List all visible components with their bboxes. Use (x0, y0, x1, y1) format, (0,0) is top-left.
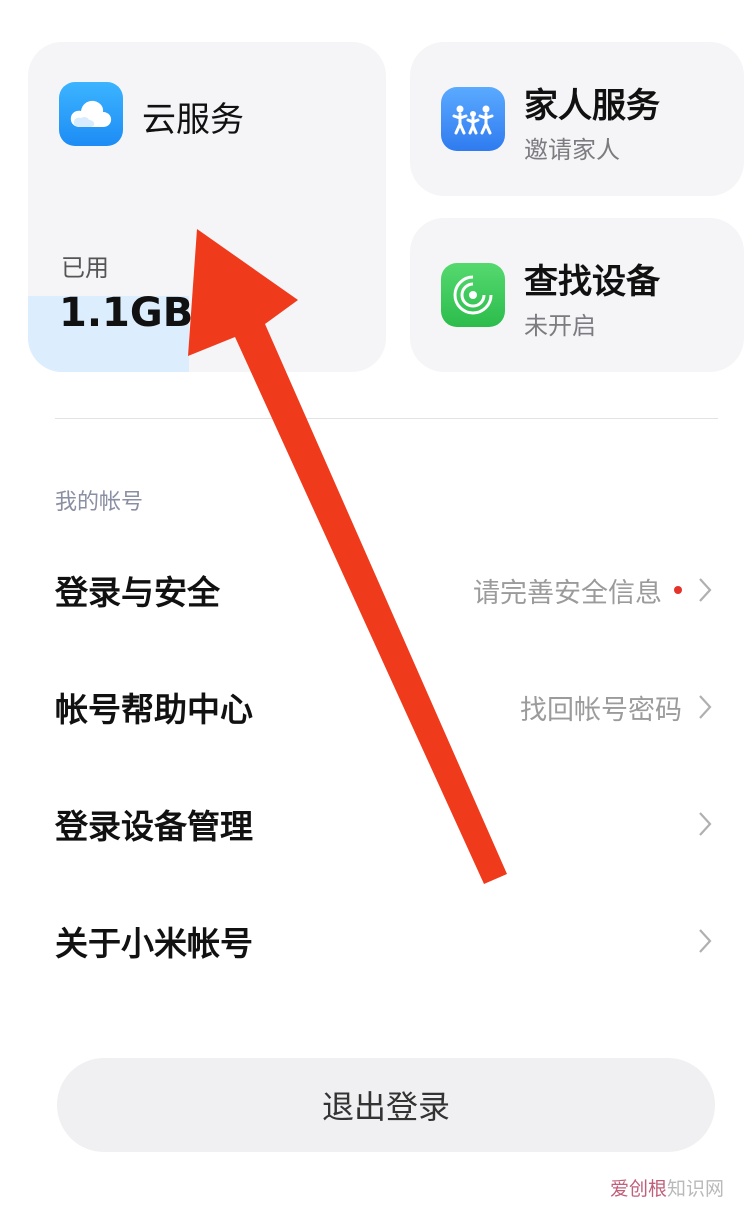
cloud-icon (59, 82, 123, 146)
watermark-text: 知识网 (666, 1178, 724, 1200)
watermark-brand: 爱创根 (609, 1178, 667, 1200)
cloud-service-card[interactable]: 云服务 已用 1.1GB / (28, 42, 386, 372)
find-device-card[interactable]: 查找设备 未开启 (410, 218, 744, 372)
alert-dot (674, 586, 682, 594)
family-service-title: 家人服务 (524, 86, 660, 126)
chevron-right-icon (692, 692, 718, 722)
logout-label: 退出登录 (321, 1088, 450, 1126)
storage-used-label: 已用 (61, 254, 109, 282)
section-divider (55, 418, 718, 419)
chevron-right-icon (692, 809, 718, 839)
family-service-subtitle: 邀请家人 (524, 136, 620, 164)
cloud-service-title: 云服务 (142, 100, 244, 140)
storage-used-value: 1.1GB / (59, 290, 222, 336)
family-service-card[interactable]: 家人服务 邀请家人 (410, 42, 744, 196)
row-label: 登录设备管理 (55, 807, 253, 846)
chevron-right-icon (692, 926, 718, 956)
row-value: 请完善安全信息 (473, 577, 662, 609)
device-management-row[interactable]: 登录设备管理 (55, 766, 718, 882)
about-mi-account-row[interactable]: 关于小米帐号 (55, 883, 718, 999)
chevron-right-icon (692, 575, 718, 605)
row-label: 帐号帮助中心 (55, 690, 253, 729)
my-account-section-label: 我的帐号 (55, 490, 144, 515)
find-device-title: 查找设备 (524, 262, 660, 302)
find-device-status: 未开启 (524, 312, 596, 340)
row-label: 关于小米帐号 (55, 924, 253, 963)
watermark: 爱创根知识网 (610, 1174, 724, 1201)
family-icon (441, 87, 505, 151)
radar-icon (441, 263, 505, 327)
row-value: 找回帐号密码 (520, 694, 682, 726)
login-security-row[interactable]: 登录与安全 请完善安全信息 (55, 532, 718, 648)
account-help-center-row[interactable]: 帐号帮助中心 找回帐号密码 (55, 649, 718, 765)
row-label: 登录与安全 (55, 573, 220, 612)
logout-button[interactable]: 退出登录 (57, 1058, 715, 1152)
